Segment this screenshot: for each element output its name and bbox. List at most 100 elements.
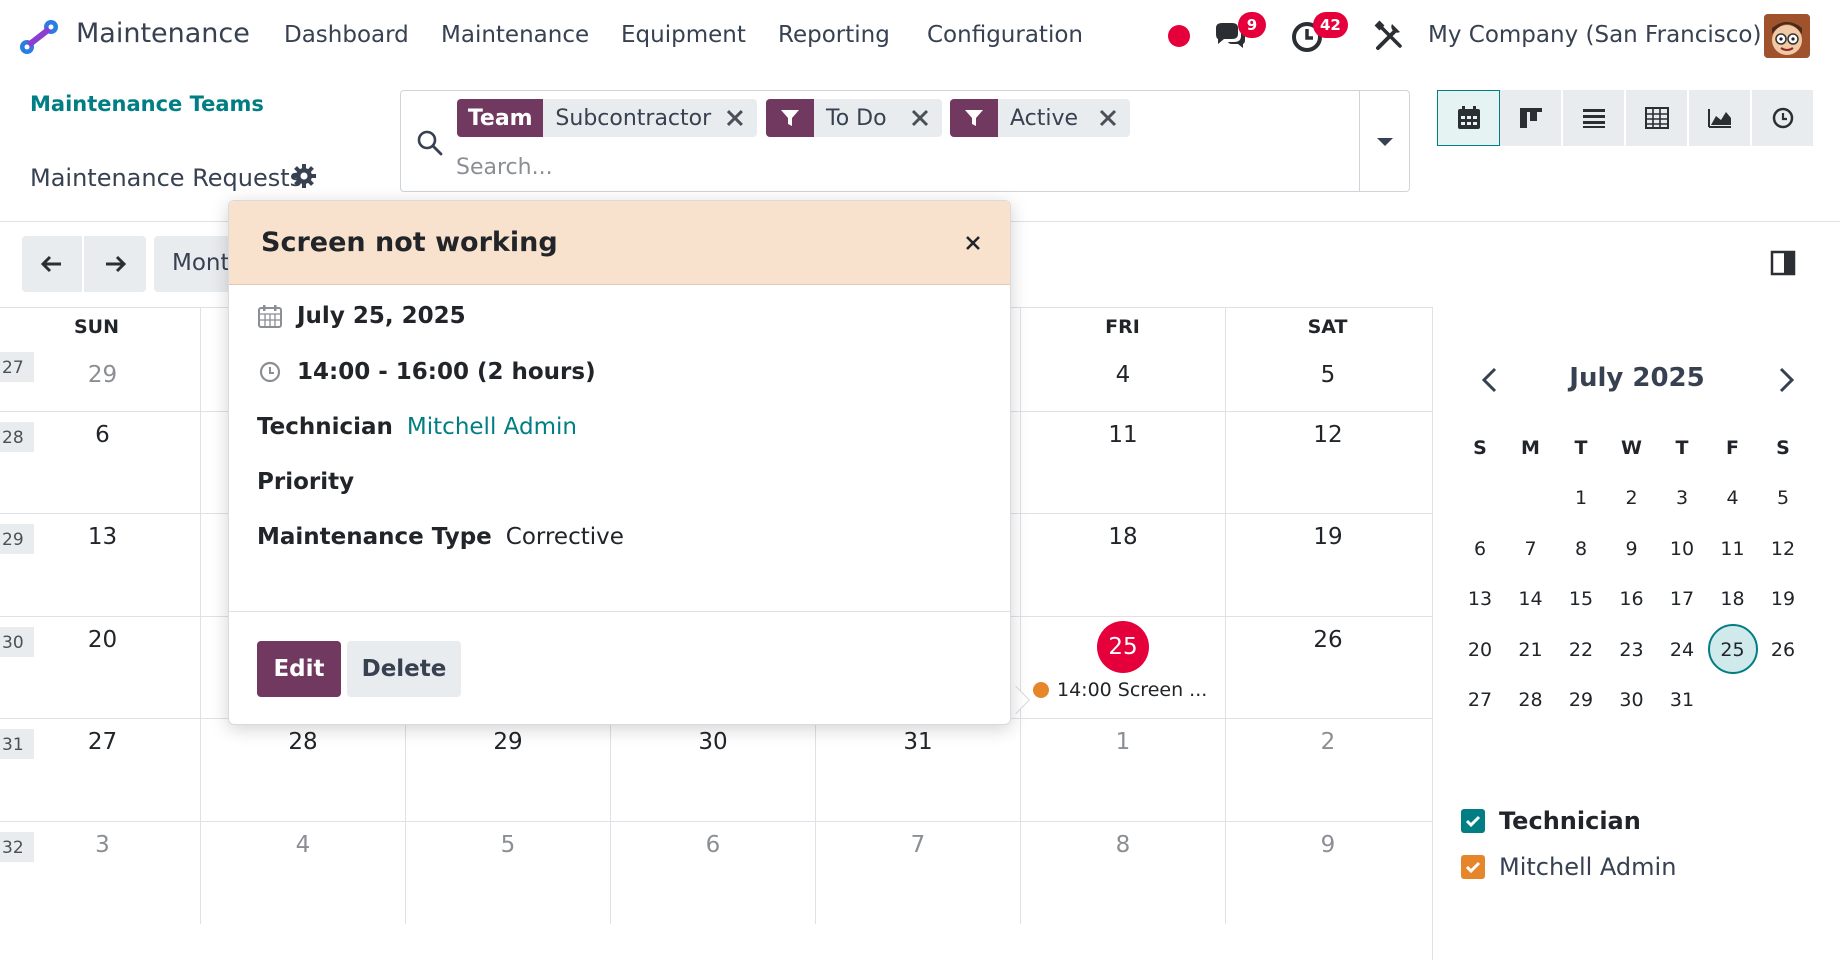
day-number: 18 — [1108, 524, 1138, 550]
calendar-day-cell[interactable]: 5 — [1225, 308, 1430, 411]
mini-calendar-day[interactable]: 23 — [1607, 639, 1657, 661]
menu-maintenance[interactable]: Maintenance — [441, 22, 589, 48]
mini-calendar-day[interactable]: 20 — [1455, 639, 1505, 661]
calendar-day-cell[interactable]: 11 — [1020, 411, 1225, 514]
calendar-day-cell[interactable]: 29 — [0, 308, 205, 411]
calendar-day-cell[interactable]: 13 — [0, 514, 205, 617]
company-switcher[interactable]: My Company (San Francisco) — [1428, 22, 1761, 48]
mini-calendar-day[interactable]: 13 — [1455, 588, 1505, 610]
mini-calendar-day[interactable]: 11 — [1708, 538, 1758, 560]
view-activity[interactable] — [1752, 90, 1815, 146]
mini-calendar-day[interactable]: 17 — [1657, 588, 1707, 610]
mini-calendar-day[interactable]: 6 — [1455, 538, 1505, 560]
calendar-day-cell[interactable]: 6 — [610, 821, 815, 924]
event-label: 14:00 Screen ... — [1057, 678, 1208, 701]
calendar-event[interactable]: 14:00 Screen ... — [1033, 679, 1218, 701]
app-name[interactable]: Maintenance — [76, 18, 250, 49]
filter-item-mitchell-admin[interactable]: Mitchell Admin — [1461, 853, 1676, 881]
mini-weekday-header: M — [1521, 437, 1540, 459]
calendar-day-cell[interactable]: 5 — [405, 821, 610, 924]
user-avatar[interactable] — [1764, 14, 1810, 58]
mini-calendar-day[interactable]: 30 — [1607, 689, 1657, 711]
mini-calendar-day[interactable]: 25 — [1708, 639, 1758, 661]
calendar-day-cell[interactable]: 4 — [200, 821, 405, 924]
mini-calendar-day[interactable]: 22 — [1556, 639, 1606, 661]
previous-button[interactable] — [22, 236, 82, 292]
mini-calendar-day[interactable]: 26 — [1758, 639, 1808, 661]
calendar-day-cell[interactable]: 25 14:00 Screen ... — [1020, 616, 1225, 719]
sidebar-toggle-icon[interactable] — [1770, 250, 1796, 276]
calendar-day-cell[interactable]: 1 — [1020, 719, 1225, 822]
mini-calendar-day[interactable]: 18 — [1708, 588, 1758, 610]
filter-icon — [766, 99, 814, 137]
calendar-day-cell[interactable]: 7 — [815, 821, 1020, 924]
calendar-day-cell[interactable]: 6 — [0, 412, 205, 515]
menu-equipment[interactable]: Equipment — [621, 22, 746, 48]
chevron-right-icon[interactable] — [1771, 363, 1801, 397]
remove-facet-icon[interactable] — [1096, 106, 1120, 130]
mini-calendar-day[interactable]: 16 — [1607, 588, 1657, 610]
calendar-day-cell[interactable]: 8 — [1020, 821, 1225, 924]
mini-calendar-day[interactable]: 9 — [1607, 538, 1657, 560]
menu-dashboard[interactable]: Dashboard — [284, 22, 409, 48]
view-graph[interactable] — [1689, 90, 1752, 146]
technician-link[interactable]: Mitchell Admin — [407, 414, 577, 440]
mini-calendar-day[interactable]: 5 — [1758, 487, 1808, 509]
calendar-day-cell[interactable]: 18 — [1020, 514, 1225, 617]
delete-button[interactable]: Delete — [347, 641, 461, 697]
mini-calendar-day[interactable]: 3 — [1657, 487, 1707, 509]
mini-weekday-header: T — [1675, 437, 1689, 459]
mini-calendar-day[interactable]: 2 — [1607, 487, 1657, 509]
remove-facet-icon[interactable] — [908, 106, 932, 130]
gear-icon[interactable] — [291, 163, 317, 189]
maintenance-app-icon[interactable] — [18, 18, 62, 56]
close-icon[interactable] — [959, 229, 987, 257]
calendar-day-cell[interactable]: 2 — [1225, 719, 1430, 822]
mini-calendar-day[interactable]: 1 — [1556, 487, 1606, 509]
calendar-day-cell[interactable]: 12 — [1225, 411, 1430, 514]
next-button[interactable] — [84, 236, 146, 292]
view-list[interactable] — [1563, 90, 1626, 146]
view-pivot[interactable] — [1626, 90, 1689, 146]
mini-calendar-day[interactable]: 8 — [1556, 538, 1606, 560]
calendar-day-cell[interactable]: 3 — [0, 822, 205, 925]
view-calendar[interactable] — [1437, 90, 1500, 146]
calendar-day-cell[interactable]: 29 — [405, 719, 610, 822]
mini-calendar-day[interactable]: 21 — [1506, 639, 1556, 661]
calendar-day-cell[interactable]: 20 — [0, 617, 205, 720]
mini-calendar-day[interactable]: 24 — [1657, 639, 1707, 661]
search-input[interactable] — [456, 151, 1336, 183]
facet-value: Subcontractor — [555, 105, 712, 131]
mini-calendar-day[interactable]: 27 — [1455, 689, 1505, 711]
checkbox-checked-icon[interactable] — [1461, 855, 1485, 879]
mini-calendar-day[interactable]: 10 — [1657, 538, 1707, 560]
mini-calendar-day[interactable]: 15 — [1556, 588, 1606, 610]
tools-icon[interactable] — [1372, 18, 1408, 54]
calendar-day-cell[interactable]: 4 — [1020, 308, 1225, 411]
mini-calendar-day[interactable]: 19 — [1758, 588, 1808, 610]
mini-calendar-day[interactable]: 14 — [1506, 588, 1556, 610]
edit-button[interactable]: Edit — [257, 641, 341, 697]
calendar-day-cell[interactable]: 9 — [1225, 821, 1430, 924]
calendar-day-cell[interactable]: 19 — [1225, 514, 1430, 617]
calendar-day-cell[interactable]: 26 — [1225, 616, 1430, 719]
status-dot[interactable] — [1168, 25, 1190, 47]
menu-configuration[interactable]: Configuration — [927, 22, 1083, 48]
filter-section-technician[interactable]: Technician — [1461, 807, 1641, 835]
mini-calendar-day[interactable]: 12 — [1758, 538, 1808, 560]
calendar-day-cell[interactable]: 31 — [815, 719, 1020, 822]
calendar-day-cell[interactable]: 27 — [0, 719, 205, 822]
menu-reporting[interactable]: Reporting — [778, 22, 890, 48]
calendar-day-cell[interactable]: 30 — [610, 719, 815, 822]
view-kanban[interactable] — [1500, 90, 1563, 146]
mini-calendar-day[interactable]: 7 — [1506, 538, 1556, 560]
search-options-toggle[interactable] — [1359, 91, 1409, 191]
calendar-day-cell[interactable]: 28 — [200, 719, 405, 822]
mini-calendar-day[interactable]: 29 — [1556, 689, 1606, 711]
breadcrumb-parent[interactable]: Maintenance Teams — [30, 92, 264, 116]
mini-calendar-day[interactable]: 28 — [1506, 689, 1556, 711]
mini-calendar-day[interactable]: 31 — [1657, 689, 1707, 711]
mini-calendar-day[interactable]: 4 — [1708, 487, 1758, 509]
remove-facet-icon[interactable] — [723, 106, 747, 130]
checkbox-checked-icon[interactable] — [1461, 809, 1485, 833]
